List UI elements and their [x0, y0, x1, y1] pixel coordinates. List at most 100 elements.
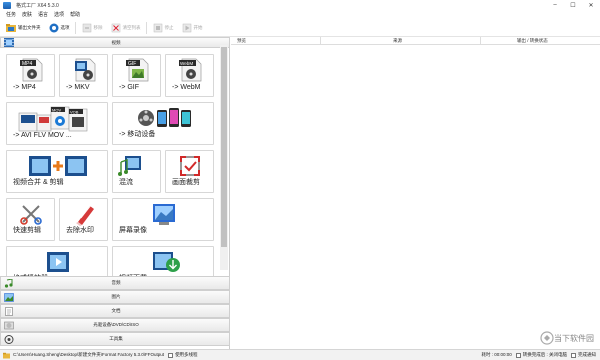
- start-icon: [182, 23, 191, 32]
- tile-to-mp4[interactable]: MP4 -> MP4: [6, 54, 55, 97]
- remove-label: 移除: [93, 24, 103, 30]
- eraser-icon: [76, 203, 94, 226]
- category-toolbox-label: 工具集: [109, 336, 123, 341]
- folder-icon[interactable]: [3, 352, 10, 359]
- webm-file-icon: WebM: [179, 58, 202, 82]
- stop-button[interactable]: 停止: [151, 21, 176, 35]
- category-video-header[interactable]: 视频: [0, 37, 230, 48]
- multi-format-icons: MOV VOB: [18, 106, 88, 132]
- category-toolbox-header[interactable]: 工具集: [0, 332, 230, 346]
- options-button[interactable]: 选项: [47, 21, 72, 35]
- maximize-button[interactable]: ☐: [564, 0, 582, 10]
- tile-to-gif[interactable]: GIF -> GIF: [112, 54, 161, 97]
- scrollbar-thumb[interactable]: [221, 47, 227, 247]
- multithread-checkbox[interactable]: [168, 352, 174, 358]
- menu-bar: 任务 皮肤 语言 选项 帮助: [0, 10, 600, 19]
- video-tools-grid: MP4 -> MP4 -> MKV GIF -> GIF WebM -> Web…: [6, 54, 220, 282]
- category-audio-label: 音频: [111, 280, 121, 285]
- clear-list-label: 清空列表: [122, 24, 141, 30]
- scissors-icon: [20, 205, 42, 225]
- toolbar: 输出文件夹 选项 移除 清空列表 停止 开始: [0, 19, 600, 37]
- tile-label: -> AVI FLV MOV ...: [13, 132, 72, 139]
- folder-icon: [6, 23, 16, 32]
- mp4-icon-text: MP4: [22, 61, 33, 67]
- tile-to-webm[interactable]: WebM -> WebM: [165, 54, 214, 97]
- task-list-panel: 预览 来源 输出 / 转换状态: [231, 37, 600, 349]
- tile-crop[interactable]: 画面裁剪: [165, 150, 214, 193]
- tile-video-join-edit[interactable]: 视频合并 & 剪辑: [6, 150, 108, 193]
- tile-label: -> GIF: [119, 84, 140, 91]
- options-icon: [49, 23, 58, 32]
- column-preview[interactable]: 预览: [231, 37, 321, 45]
- mkv-file-icon: [75, 58, 96, 82]
- title-bar: 格式工厂 X64 5.3.0 – ☐ ✕: [0, 0, 600, 10]
- menu-skin[interactable]: 皮肤: [22, 11, 32, 18]
- remove-button[interactable]: 移除: [80, 21, 105, 35]
- tile-to-mkv[interactable]: -> MKV: [59, 54, 108, 97]
- watermark: 当下软件园: [540, 331, 594, 345]
- category-audio-header[interactable]: 音频: [0, 276, 230, 290]
- video-grid-scrollbar[interactable]: [220, 45, 228, 270]
- task-list-header: 预览 来源 输出 / 转换状态: [231, 37, 600, 45]
- options-label: 选项: [60, 24, 70, 30]
- toolbar-separator: [74, 21, 76, 34]
- mov-icon-text: MOV: [52, 107, 61, 112]
- mp4-file-icon: MP4: [20, 58, 43, 82]
- output-path[interactable]: C:\Users\Huang.Sheng\Desktop\新建文件夹\Forma…: [13, 352, 164, 358]
- tile-label: 去除水印: [66, 227, 94, 234]
- video-download-icon: [153, 252, 180, 272]
- multithread-label: 使用多线程: [175, 352, 198, 357]
- minimize-button[interactable]: –: [546, 0, 564, 10]
- screen-record-icon: [153, 204, 175, 225]
- stop-icon: [153, 23, 162, 32]
- menu-help[interactable]: 帮助: [70, 11, 80, 18]
- tile-label: 快速剪辑: [13, 227, 41, 234]
- player-icon: [47, 252, 69, 272]
- elapsed-time: 耗时 : 00:00:00: [481, 352, 512, 357]
- tile-to-avi-flv-mov[interactable]: MOV VOB -> AVI FLV MOV ...: [6, 102, 108, 145]
- category-image-header[interactable]: 图片: [0, 290, 230, 304]
- shutdown-label: 转换完成后 : 关闭电脑: [522, 352, 567, 357]
- tile-quick-clip[interactable]: 快速剪辑: [6, 198, 55, 241]
- clear-list-button[interactable]: 清空列表: [109, 21, 143, 35]
- column-source[interactable]: 来源: [321, 37, 481, 45]
- notify-checkbox[interactable]: [571, 352, 576, 358]
- start-label: 开始: [193, 24, 203, 30]
- output-folder-button[interactable]: 输出文件夹: [4, 21, 43, 35]
- remove-icon: [82, 23, 91, 32]
- tile-label: -> 移动设备: [119, 131, 156, 138]
- menu-options[interactable]: 选项: [54, 11, 64, 18]
- toolbar-separator: [145, 21, 147, 34]
- watermark-logo-icon: [540, 331, 554, 345]
- gif-icon-text: GIF: [128, 61, 136, 67]
- category-optical-drive-label: 光驱设备\DVD\CD\ISO: [93, 322, 139, 327]
- tile-label: -> MP4: [13, 84, 36, 91]
- menu-language[interactable]: 语言: [38, 11, 48, 18]
- tile-to-mobile-device[interactable]: -> 移动设备: [112, 102, 214, 145]
- stop-label: 停止: [164, 24, 174, 30]
- menu-task[interactable]: 任务: [6, 11, 16, 18]
- app-icon: [3, 1, 11, 9]
- tile-label: 视频合并 & 剪辑: [13, 179, 64, 186]
- tile-label: 屏幕录像: [119, 227, 147, 234]
- category-document-header[interactable]: 文档: [0, 304, 230, 318]
- left-panel: 视频 MP4 -> MP4 -> MKV GIF -> GIF WebM -> …: [0, 37, 230, 349]
- category-optical-drive-header[interactable]: 光驱设备\DVD\CD\ISO: [0, 318, 230, 332]
- tile-label: -> WebM: [172, 84, 201, 91]
- column-output-status[interactable]: 输出 / 转换状态: [481, 37, 600, 45]
- output-folder-label: 输出文件夹: [18, 24, 41, 30]
- tile-remove-watermark[interactable]: 去除水印: [59, 198, 108, 241]
- clear-list-icon: [111, 23, 120, 32]
- category-image-label: 图片: [111, 294, 121, 299]
- status-bar: C:\Users\Huang.Sheng\Desktop\新建文件夹\Forma…: [0, 349, 600, 360]
- mux-icon: [118, 156, 141, 176]
- tile-mux[interactable]: 混流: [112, 150, 161, 193]
- close-button[interactable]: ✕: [582, 0, 600, 10]
- start-button[interactable]: 开始: [180, 21, 205, 35]
- shutdown-checkbox[interactable]: [515, 352, 521, 358]
- window-controls: – ☐ ✕: [546, 0, 600, 10]
- watermark-text: 当下软件园: [554, 333, 594, 343]
- tile-screen-record[interactable]: 屏幕录像: [112, 198, 214, 241]
- gif-file-icon: GIF: [126, 58, 149, 82]
- category-document-label: 文档: [111, 308, 121, 313]
